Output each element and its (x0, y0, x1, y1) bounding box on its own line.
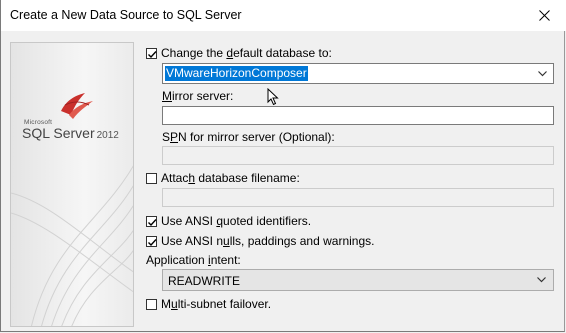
mouse-cursor-icon (267, 88, 279, 106)
change-default-db-checkbox[interactable] (146, 47, 157, 59)
ansi-quoted-label: Use ANSI quoted identifiers. (161, 214, 312, 228)
ansi-nulls-row[interactable]: Use ANSI nulls, paddings and warnings. (146, 234, 374, 248)
spn-mirror-label: SPN for mirror server (Optional): (162, 130, 335, 144)
close-button[interactable] (521, 0, 566, 31)
app-intent-dropdown[interactable]: READWRITE (162, 269, 554, 291)
dialog-window: Create a New Data Source to SQL Server M… (0, 0, 566, 332)
ansi-nulls-label: Use ANSI nulls, paddings and warnings. (161, 234, 375, 248)
multi-subnet-row[interactable]: Multi-subnet failover. (146, 297, 271, 311)
sql-server-banner: Microsoft SQL Server 2012 (10, 42, 134, 327)
change-default-db-row[interactable]: Change the default database to: (146, 46, 332, 60)
ansi-nulls-checkbox[interactable] (146, 235, 157, 247)
decorative-curves (11, 165, 133, 326)
mirror-server-label-row: Mirror server: (162, 89, 233, 103)
attach-db-row[interactable]: Attach database filename: (146, 171, 300, 185)
ansi-quoted-checkbox[interactable] (146, 215, 157, 227)
checkmark-icon (148, 218, 157, 226)
sql-server-logo-icon (61, 93, 93, 119)
attach-db-input[interactable] (162, 188, 554, 207)
logo-sql-server-text: SQL Server 2012 (22, 125, 119, 141)
window-title: Create a New Data Source to SQL Server (10, 8, 242, 22)
app-intent-label: Application intent: (146, 253, 241, 267)
checkmark-icon (148, 238, 157, 246)
attach-db-label: Attach database filename: (161, 171, 300, 185)
multi-subnet-label: Multi-subnet failover. (161, 297, 272, 311)
close-icon (538, 10, 550, 21)
ansi-quoted-row[interactable]: Use ANSI quoted identifiers. (146, 214, 311, 228)
mirror-server-input[interactable] (162, 106, 554, 125)
mirror-server-label: Mirror server: (162, 89, 234, 103)
app-intent-value: READWRITE (168, 274, 240, 288)
attach-db-checkbox[interactable] (146, 172, 157, 184)
chevron-down-icon[interactable] (538, 71, 547, 77)
database-combo-value[interactable]: VMwareHorizonComposer (165, 66, 308, 81)
spn-label-row: SPN for mirror server (Optional): (162, 130, 335, 144)
spn-mirror-input[interactable] (162, 146, 554, 165)
chevron-down-icon (537, 277, 546, 283)
title-bar[interactable]: Create a New Data Source to SQL Server (1, 0, 566, 31)
app-intent-label-row: Application intent: (146, 253, 241, 267)
database-combo[interactable]: VMwareHorizonComposer (162, 63, 554, 84)
multi-subnet-checkbox[interactable] (146, 298, 157, 310)
change-default-db-label: Change the default database to: (161, 46, 332, 60)
checkmark-icon (148, 50, 157, 58)
